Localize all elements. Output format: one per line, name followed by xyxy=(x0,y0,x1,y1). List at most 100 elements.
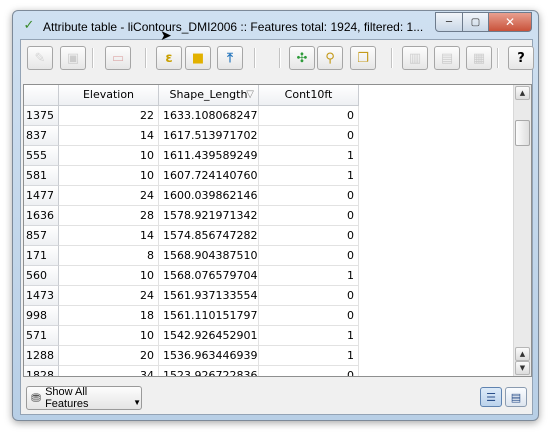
cell-shape-length[interactable]: 1607.72414076028 xyxy=(159,166,259,186)
table-row[interactable]: 837141617.513971702350 xyxy=(24,126,359,146)
table-view-button[interactable]: ☰ xyxy=(480,387,502,407)
cell-shape-length[interactable]: 1536.96344693965 xyxy=(159,346,259,366)
column-header-cont10ft[interactable]: Cont10ft xyxy=(259,85,359,105)
cell-cont10ft[interactable]: 0 xyxy=(259,306,359,326)
row-number[interactable]: 1288 xyxy=(24,346,59,366)
cell-shape-length[interactable]: 1617.51397170235 xyxy=(159,126,259,146)
row-number[interactable]: 560 xyxy=(24,266,59,286)
cell-cont10ft[interactable]: 0 xyxy=(259,226,359,246)
table-row[interactable]: 1473241561.937133554920 xyxy=(24,286,359,306)
table-row[interactable]: 560101568.076579704841 xyxy=(24,266,359,286)
row-number[interactable]: 998 xyxy=(24,306,59,326)
row-number[interactable]: 1636 xyxy=(24,206,59,226)
row-number[interactable]: 1375 xyxy=(24,106,59,126)
cell-elevation[interactable]: 10 xyxy=(59,146,159,166)
show-features-dropdown[interactable]: ⛃ Show All Features ▼ xyxy=(26,386,142,410)
cell-elevation[interactable]: 34 xyxy=(59,366,159,376)
cell-cont10ft[interactable]: 1 xyxy=(259,146,359,166)
cell-elevation[interactable]: 24 xyxy=(59,186,159,206)
row-number[interactable]: 1828 xyxy=(24,366,59,376)
table-row[interactable]: 1828 34 1523.9267228363 0 xyxy=(24,366,359,376)
vertical-scrollbar[interactable]: ▲ ▲ ▼ xyxy=(513,85,531,376)
table-row[interactable]: 17181568.904387510950 xyxy=(24,246,359,266)
row-number[interactable]: 171 xyxy=(24,246,59,266)
form-view-button[interactable]: ▤ xyxy=(505,387,527,407)
cell-elevation[interactable]: 24 xyxy=(59,286,159,306)
cell-elevation[interactable]: 22 xyxy=(59,106,159,126)
cell-shape-length[interactable]: 1611.43958924965 xyxy=(159,146,259,166)
cell-elevation[interactable]: 14 xyxy=(59,226,159,246)
row-number[interactable]: 581 xyxy=(24,166,59,186)
cell-cont10ft[interactable]: 0 xyxy=(259,286,359,306)
maximize-button[interactable]: ▢ xyxy=(463,12,489,32)
move-selection-to-top-button[interactable]: ⤒ xyxy=(217,46,243,70)
cell-shape-length[interactable]: 1633.10806824799 xyxy=(159,106,259,126)
cell-cont10ft[interactable]: 0 xyxy=(259,186,359,206)
delete-selected-icon: ▭ xyxy=(111,50,125,66)
cell-cont10ft[interactable]: 1 xyxy=(259,326,359,346)
cell-shape-length[interactable]: 1578.92197134279 xyxy=(159,206,259,226)
row-number[interactable]: 837 xyxy=(24,126,59,146)
scroll-up-arrow-icon[interactable]: ▲ xyxy=(515,86,530,100)
copy-selected-rows-button[interactable]: ❐ xyxy=(350,46,376,70)
row-number[interactable]: 571 xyxy=(24,326,59,346)
scroll-page-up-icon[interactable]: ▲ xyxy=(515,347,530,361)
cell-cont10ft[interactable]: 0 xyxy=(259,366,359,376)
cell-cont10ft[interactable]: 0 xyxy=(259,246,359,266)
table-row[interactable]: 571101542.926452901061 xyxy=(24,326,359,346)
cell-elevation[interactable]: 8 xyxy=(59,246,159,266)
help-button[interactable]: ? xyxy=(508,46,534,70)
attribute-table-window: ✓ Attribute table - liContours_DMI2006 :… xyxy=(12,10,539,421)
cell-cont10ft[interactable]: 0 xyxy=(259,206,359,226)
row-number[interactable]: 555 xyxy=(24,146,59,166)
minimize-button[interactable]: ─ xyxy=(435,12,463,32)
cell-cont10ft[interactable]: 0 xyxy=(259,126,359,146)
close-button[interactable]: ✕ xyxy=(489,12,532,32)
table-rows: 1375221633.108068247990837141617.5139717… xyxy=(24,106,359,376)
cell-shape-length[interactable]: 1542.92645290106 xyxy=(159,326,259,346)
cell-elevation[interactable]: 14 xyxy=(59,126,159,146)
zoom-to-selection-button[interactable]: ⚲ xyxy=(317,46,343,70)
cell-elevation[interactable]: 10 xyxy=(59,266,159,286)
row-number[interactable]: 857 xyxy=(24,226,59,246)
cell-shape-length[interactable]: 1568.07657970484 xyxy=(159,266,259,286)
table-row[interactable]: 1288201536.963446939651 xyxy=(24,346,359,366)
table-row[interactable]: 998 18 1561.1101517974 0 xyxy=(24,306,359,326)
column-header-elevation[interactable]: Elevation xyxy=(59,85,159,105)
cell-cont10ft[interactable]: 1 xyxy=(259,266,359,286)
invert-selection-button[interactable]: ✣ xyxy=(289,46,315,70)
cell-elevation[interactable]: 28 xyxy=(59,206,159,226)
table-row[interactable]: 581101607.724140760281 xyxy=(24,166,359,186)
cell-cont10ft[interactable]: 1 xyxy=(259,166,359,186)
table-row[interactable]: 1636281578.921971342790 xyxy=(24,206,359,226)
cell-shape-length[interactable]: 1523.9267228363 xyxy=(159,366,259,376)
table-row[interactable]: 1375221633.108068247990 xyxy=(24,106,359,126)
cell-cont10ft[interactable]: 0 xyxy=(259,106,359,126)
scrollbar-thumb[interactable] xyxy=(515,120,530,146)
cell-shape-length[interactable]: 1568.90438751095 xyxy=(159,246,259,266)
toggle-editing-icon: ✎ xyxy=(34,50,46,66)
cell-shape-length[interactable]: 1600.0398621463 xyxy=(159,186,259,206)
cell-shape-length[interactable]: 1561.1101517974 xyxy=(159,306,259,326)
title-bar[interactable]: ✓ Attribute table - liContours_DMI2006 :… xyxy=(13,11,538,39)
cell-elevation[interactable]: 10 xyxy=(59,166,159,186)
table-row[interactable]: 1477 24 1600.0398621463 0 xyxy=(24,186,359,206)
help-icon: ? xyxy=(517,50,525,66)
cell-elevation[interactable]: 20 xyxy=(59,346,159,366)
table-row[interactable]: 555101611.439589249651 xyxy=(24,146,359,166)
bottom-bar: ⛃ Show All Features ▼ ☰ ▤ xyxy=(21,380,532,412)
cell-cont10ft[interactable]: 1 xyxy=(259,346,359,366)
minimize-icon: ─ xyxy=(445,16,453,28)
cell-elevation[interactable]: 18 xyxy=(59,306,159,326)
row-number[interactable]: 1473 xyxy=(24,286,59,306)
scroll-down-arrow-icon[interactable]: ▼ xyxy=(515,361,530,375)
column-header-shape-length[interactable]: Shape_Length ▽ xyxy=(159,85,259,105)
row-number-header[interactable] xyxy=(24,85,59,105)
cell-shape-length[interactable]: 1561.93713355492 xyxy=(159,286,259,306)
cell-elevation[interactable]: 10 xyxy=(59,326,159,346)
table-row[interactable]: 857141574.856747282710 xyxy=(24,226,359,246)
cell-shape-length[interactable]: 1574.85674728271 xyxy=(159,226,259,246)
select-by-expression-button[interactable]: ε xyxy=(156,46,182,70)
deselect-all-button[interactable]: ■ xyxy=(185,46,211,70)
row-number[interactable]: 1477 xyxy=(24,186,59,206)
